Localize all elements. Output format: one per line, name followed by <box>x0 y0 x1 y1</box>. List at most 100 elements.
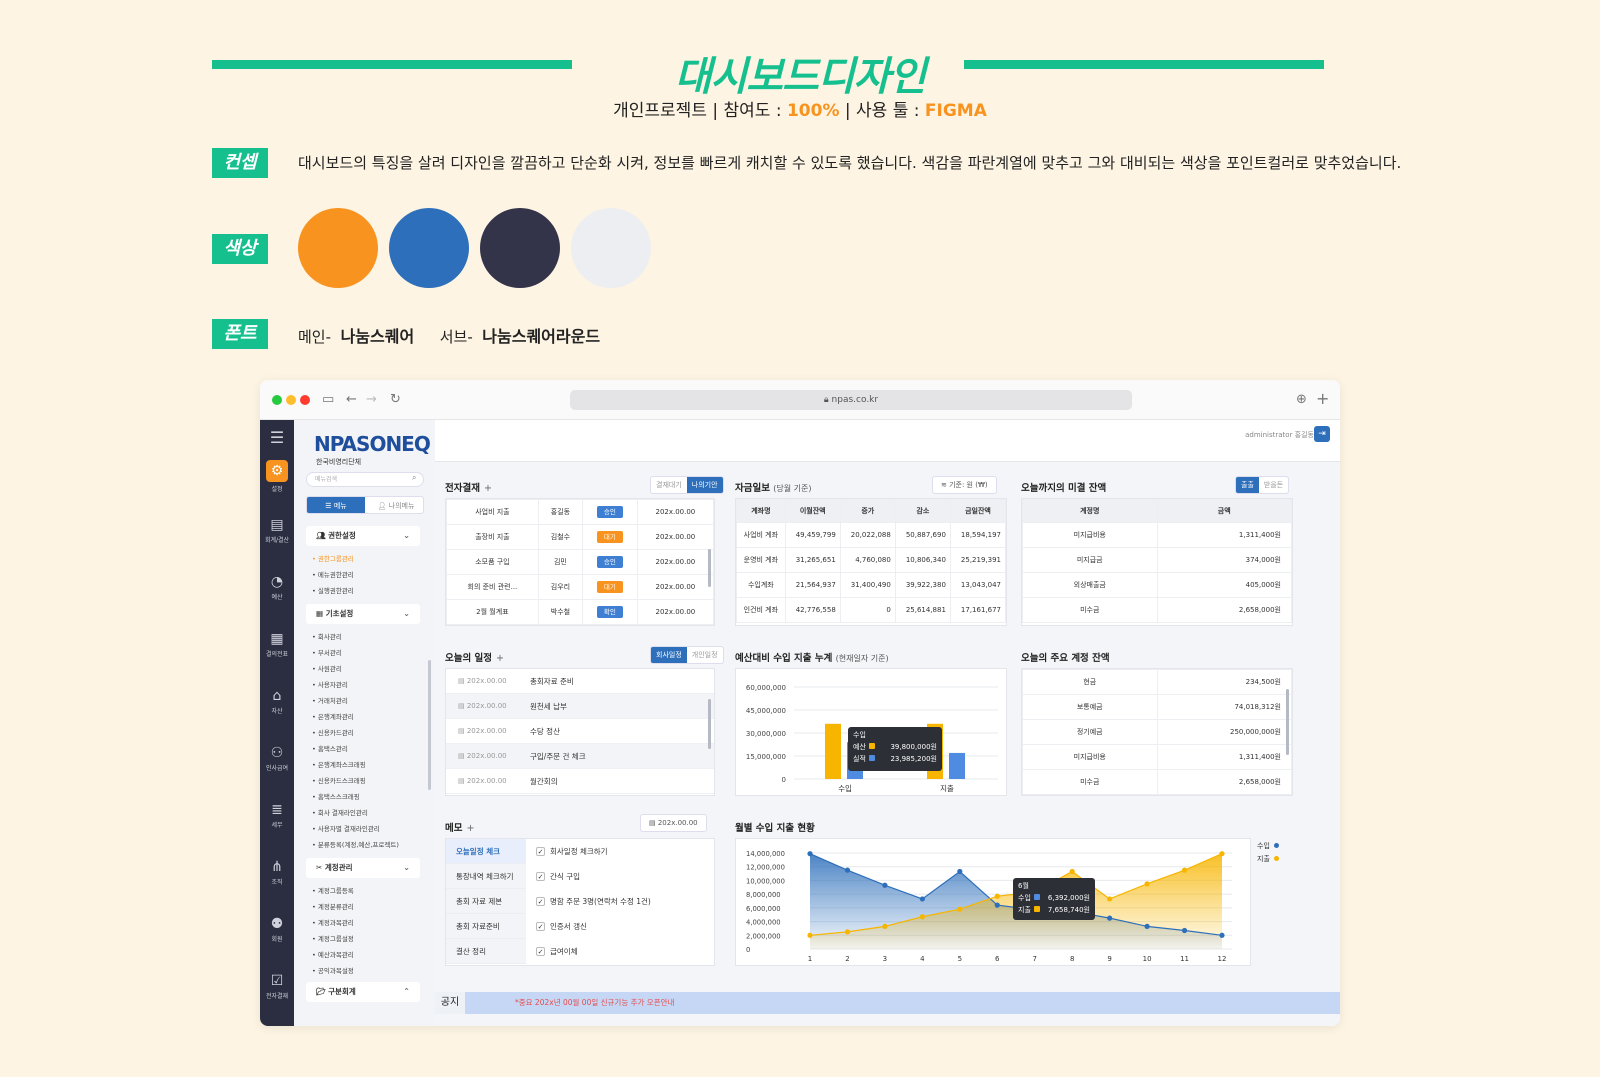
sidebar-menu-item[interactable]: • 홈택스스크래핑 <box>312 791 360 801</box>
table-row[interactable]: 미지급비용 1,311,400원 <box>1022 744 1292 770</box>
checkbox[interactable]: ✓ <box>536 922 545 931</box>
sidebar-menu-item[interactable]: • 실행권한관리 <box>312 585 354 595</box>
table-row[interactable]: 미지급금 374,000원 <box>1022 547 1292 573</box>
sidebar-menu-item[interactable]: • 부서관리 <box>312 647 342 657</box>
list-item[interactable]: ▤ 202x.00.00 수당 정산 <box>446 719 714 744</box>
sidebar-scrollbar[interactable] <box>428 660 431 790</box>
search-icon[interactable]: ⌕ <box>412 473 416 483</box>
list-item[interactable]: ▤ 202x.00.00 구입/주문 건 체크 <box>446 744 714 769</box>
data-point[interactable] <box>807 932 813 938</box>
tab-company-schedule[interactable]: 회사일정 <box>651 647 687 663</box>
data-point[interactable] <box>1219 932 1225 938</box>
memo-category[interactable]: 결산 정리 <box>446 939 526 964</box>
checkbox[interactable]: ✓ <box>536 872 545 881</box>
add-memo-icon[interactable]: + <box>466 823 474 834</box>
table-row[interactable]: 정기예금 250,000,000원 <box>1022 719 1292 745</box>
table-row[interactable]: 수입계좌 21,564,937 31,400,490 39,922,380 13,043… <box>736 572 1006 598</box>
tab-payable[interactable]: 출출 <box>1236 477 1259 493</box>
rail-item-doc[interactable]: ▦ 결의전표 <box>260 631 294 658</box>
table-row[interactable]: 사업비 계좌 49,459,799 20,022,088 50,887,690 18,5… <box>736 522 1006 548</box>
sidebar-menu-item[interactable]: • 회사관리 <box>312 631 342 641</box>
address-bar[interactable]: 🔒︎ npas.co.kr <box>570 390 1132 410</box>
sidebar-menu-item[interactable]: • 은행계좌관리 <box>312 711 354 721</box>
sidebar-menu-item[interactable]: • 사원관리 <box>312 663 342 673</box>
table-row[interactable]: 회의 준비 관련... 김우리 대기 202x.00.00 <box>446 574 714 600</box>
sidebar-menu-item[interactable]: • 예산과목관리 <box>312 949 354 959</box>
data-point[interactable] <box>1181 927 1188 934</box>
back-icon[interactable]: ← <box>346 392 357 407</box>
checkbox[interactable]: ✓ <box>536 897 545 906</box>
table-row[interactable]: 미수금 2,658,000원 <box>1022 597 1292 623</box>
data-point[interactable] <box>882 923 888 929</box>
menu-group-segment[interactable]: 📂︎ 구분회계 ⌃ <box>306 982 420 1002</box>
tab-pending[interactable]: 결재대기 <box>651 477 687 493</box>
data-point[interactable] <box>844 867 851 873</box>
memo-date-box[interactable]: ▤ 202x.00.00 <box>640 814 707 832</box>
sidebar-menu-item[interactable]: • 사용자관리 <box>312 679 348 689</box>
list-item[interactable]: ▤ 202x.00.00 월간회의 <box>446 769 714 794</box>
menu-group-basic[interactable]: ▦ 기초설정 ⌄ <box>306 604 420 624</box>
tab-my-drafts[interactable]: 나의기안 <box>686 477 723 493</box>
bar[interactable] <box>825 723 841 779</box>
data-point[interactable] <box>882 882 888 888</box>
reload-icon[interactable]: ↻ <box>390 392 401 407</box>
memo-todo-item[interactable]: ✓ 인증서 갱신 <box>536 914 587 939</box>
schedule-scrollbar[interactable] <box>708 699 711 749</box>
approval-scrollbar[interactable] <box>708 549 711 587</box>
data-point[interactable] <box>1107 896 1113 902</box>
memo-category[interactable]: 오늘일정 체크 <box>446 839 526 864</box>
tab-menu[interactable]: ☰ 메뉴 <box>307 497 365 513</box>
data-point[interactable] <box>994 893 1000 899</box>
rail-item-org[interactable]: ⋔ 조직 <box>260 859 294 886</box>
logout-icon[interactable]: ⇥ <box>1314 426 1330 442</box>
data-point[interactable] <box>1181 867 1188 873</box>
data-point[interactable] <box>1219 851 1225 857</box>
accounts-scrollbar[interactable] <box>1286 689 1289 755</box>
data-point[interactable] <box>957 906 963 912</box>
memo-todo-item[interactable]: ✓ 회사일정 체크하기 <box>536 839 608 864</box>
sidebar-menu-item[interactable]: • 사용자별 결재라인관리 <box>312 823 380 833</box>
sidebar-menu-item[interactable]: • 거래처관리 <box>312 695 348 705</box>
rail-item-member[interactable]: ⚉ 회원 <box>260 916 294 943</box>
notice-message[interactable]: *중요 202x년 00월 00일 신규기능 추가 오픈안내 <box>515 992 674 1014</box>
data-point[interactable] <box>919 896 925 902</box>
data-point[interactable] <box>1144 923 1150 929</box>
download-icon[interactable]: ⊕ <box>1296 392 1307 407</box>
table-row[interactable]: 운영비 계좌 31,265,651 4,760,080 10,806,340 25,21… <box>736 547 1006 573</box>
memo-category[interactable]: 총회 자료 제본 <box>446 889 526 914</box>
memo-todo-item[interactable]: ✓ 간식 구입 <box>536 864 580 889</box>
new-tab-icon[interactable]: + <box>1316 389 1329 408</box>
sidebar-menu-item[interactable]: • 계정그룹등록 <box>312 885 354 895</box>
data-point[interactable] <box>1144 881 1150 887</box>
table-row[interactable]: 사업비 지출 홍길동 승인 202x.00.00 <box>446 499 714 525</box>
rail-item-ledger[interactable]: ▤ 회계/결산 <box>260 517 294 544</box>
sidebar-menu-item[interactable]: • 계정과목관리 <box>312 917 354 927</box>
menu-group-accounts[interactable]: ✂ 계정관리 ⌄ <box>306 858 420 878</box>
memo-category[interactable]: 총회 자료준비 <box>446 914 526 939</box>
rail-item-gear[interactable]: ⚙ 설정 <box>260 460 294 493</box>
memo-todo-item[interactable]: ✓ 명함 주문 3명(연락처 수정 1건) <box>536 889 651 914</box>
data-point[interactable] <box>807 851 813 857</box>
add-schedule-icon[interactable]: + <box>496 653 504 664</box>
data-point[interactable] <box>957 868 963 875</box>
tab-personal-schedule[interactable]: 개인일정 <box>687 647 723 663</box>
list-item[interactable]: ▤ 202x.00.00 원천세 납부 <box>446 694 714 719</box>
sidebar-menu-item[interactable]: • 신용카드관리 <box>312 727 354 737</box>
sidebar-menu-item[interactable]: • 신용카드스크래핑 <box>312 775 366 785</box>
memo-category[interactable]: 통장내역 체크하기 <box>446 864 526 889</box>
sidebar-menu-item[interactable]: • 회사 결재라인관리 <box>312 807 368 817</box>
bar[interactable] <box>949 752 965 779</box>
menu-search-input[interactable]: 메뉴검색 <box>306 472 424 487</box>
table-row[interactable]: 현금 234,500원 <box>1022 669 1292 695</box>
memo-todo-item[interactable]: ✓ 급여이체 <box>536 939 578 964</box>
rail-item-pie[interactable]: ◔ 예산 <box>260 574 294 601</box>
data-point[interactable] <box>1069 868 1075 875</box>
table-row[interactable]: 외상매출금 405,000원 <box>1022 572 1292 598</box>
sidebar-menu-item[interactable]: • 메뉴권한관리 <box>312 569 354 579</box>
sidebar-menu-item[interactable]: • 계정분류관리 <box>312 901 354 911</box>
window-dot-green[interactable] <box>272 395 282 405</box>
sidebar-toggle-icon[interactable]: ▭ <box>322 392 334 407</box>
sidebar-menu-item[interactable]: • 공익과목설정 <box>312 965 354 975</box>
table-row[interactable]: 미수금 2,658,000원 <box>1022 769 1292 795</box>
window-dot-red[interactable] <box>300 395 310 405</box>
